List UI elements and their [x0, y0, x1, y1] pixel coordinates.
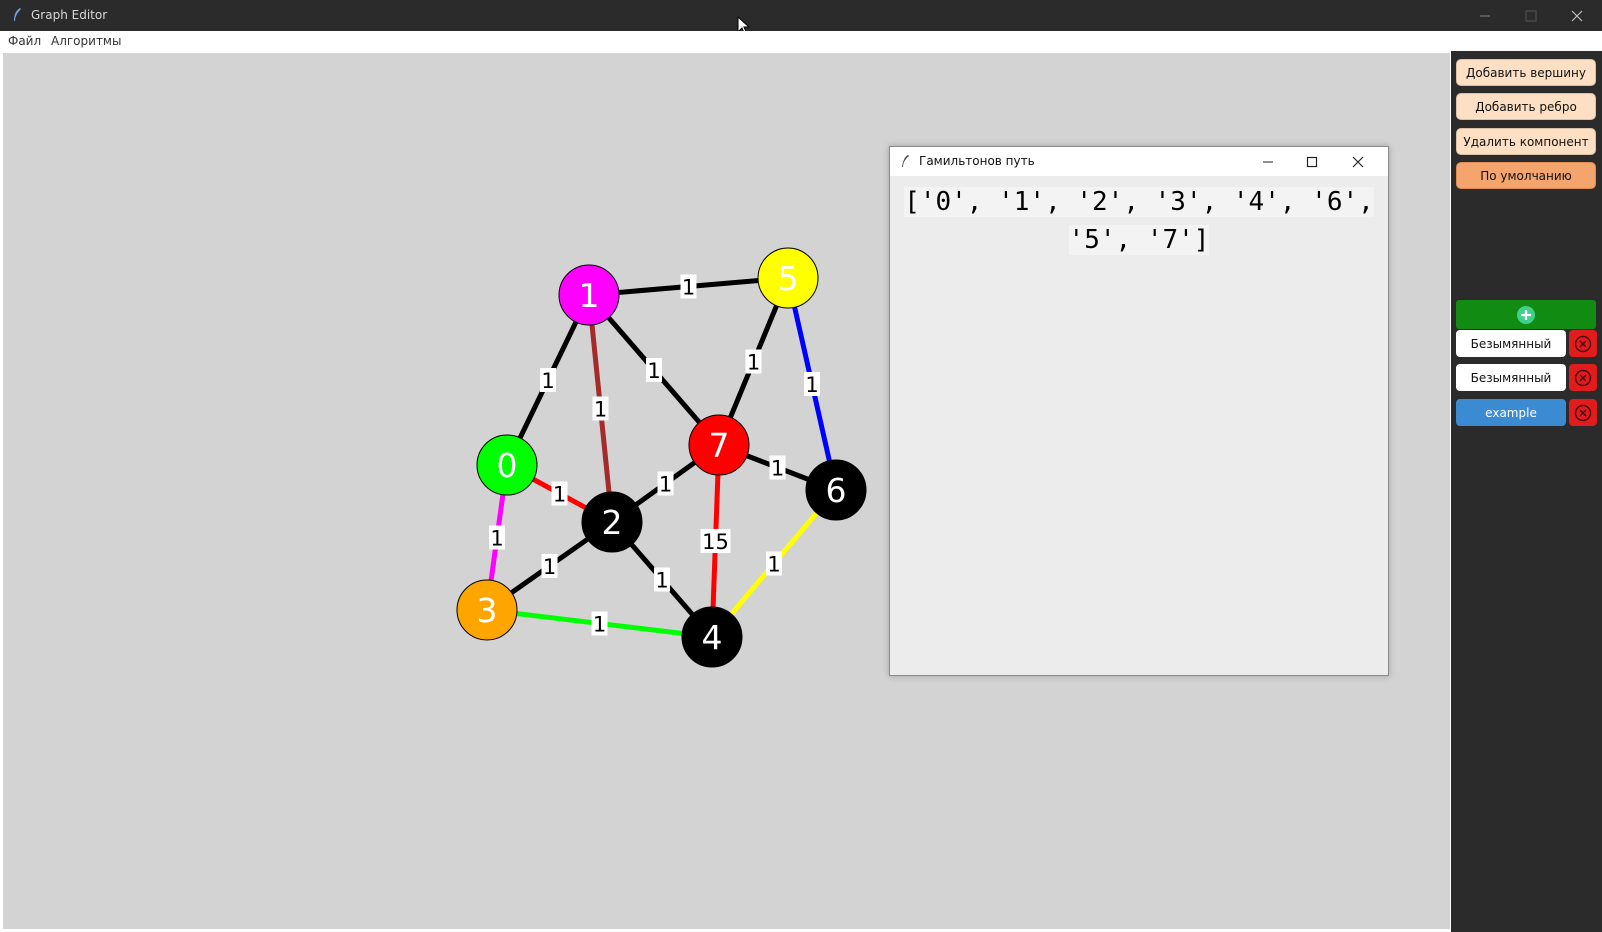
- edge-weight-label: 1: [771, 457, 784, 481]
- dialog-titlebar: Гамильтонов путь: [890, 147, 1388, 176]
- edge-weight-label: 1: [553, 483, 566, 507]
- vertex-label: 1: [579, 276, 600, 315]
- dialog-close-button[interactable]: [1336, 147, 1380, 176]
- add-edge-button[interactable]: Добавить ребро: [1456, 93, 1596, 120]
- delete-graph-button[interactable]: [1569, 364, 1597, 391]
- vertex-label: 0: [497, 446, 518, 485]
- maximize-button[interactable]: [1508, 0, 1554, 31]
- vertex-label: 2: [602, 503, 623, 542]
- vertex-label: 6: [826, 471, 847, 510]
- delete-graph-button[interactable]: [1569, 330, 1597, 357]
- menu-bar: Файл Алгоритмы: [0, 31, 1602, 51]
- side-panel: Добавить вершину Добавить ребро Удалить …: [1451, 51, 1602, 932]
- menu-algorithms[interactable]: Алгоритмы: [51, 34, 121, 48]
- close-window-button[interactable]: [1554, 0, 1600, 31]
- edge-weight-label: 1: [655, 569, 668, 593]
- vertex-label: 3: [477, 591, 498, 630]
- minimize-icon: [1263, 161, 1273, 162]
- minimize-button[interactable]: [1462, 0, 1508, 31]
- vertex-label: 4: [702, 618, 723, 657]
- hamiltonian-path-dialog: Гамильтонов путь ['0', '1', '2', '3', '4…: [889, 146, 1389, 676]
- graph-tab-active[interactable]: example: [1456, 399, 1566, 426]
- edge-weight-label: 1: [767, 553, 780, 577]
- graph-tab[interactable]: Безымянный: [1456, 364, 1566, 391]
- feather-icon: [14, 8, 21, 21]
- add-vertex-button[interactable]: Добавить вершину: [1456, 59, 1596, 86]
- graph-tab[interactable]: Безымянный: [1456, 330, 1566, 357]
- edge-weight-label: 1: [682, 276, 695, 300]
- close-icon: [1352, 156, 1364, 167]
- maximize-icon: [1525, 10, 1537, 21]
- dialog-title: Гамильтонов путь: [919, 154, 1035, 168]
- delete-component-button[interactable]: Удалить компонент: [1456, 128, 1596, 155]
- dialog-result-text: ['0', '1', '2', '3', '4', '6', '5', '7']: [898, 183, 1380, 259]
- edge-weight-label: 1: [594, 398, 607, 422]
- edge-weight-label: 1: [543, 555, 556, 579]
- default-button[interactable]: По умолчанию: [1456, 162, 1596, 189]
- nodes-layer: 0 1 2 3 4 5 6 7: [456, 247, 867, 668]
- edge-weight-label: 1: [747, 351, 760, 375]
- feather-icon: [902, 155, 909, 167]
- edge-weight-label: 1: [541, 369, 554, 393]
- edge-weight-label: 15: [702, 530, 729, 554]
- close-circle-icon: [1574, 369, 1592, 386]
- edge-weight-label: 1: [805, 373, 818, 397]
- edge-weight-label: 1: [593, 613, 606, 637]
- plus-circle-icon: [1517, 305, 1535, 324]
- close-circle-icon: [1574, 404, 1592, 421]
- delete-graph-button[interactable]: [1569, 399, 1597, 426]
- dialog-minimize-button[interactable]: [1246, 147, 1290, 176]
- edge-weight-label: 1: [490, 527, 503, 551]
- minimize-icon: [1480, 15, 1490, 16]
- dialog-maximize-button[interactable]: [1290, 147, 1334, 176]
- edge-weight-label: 1: [659, 473, 672, 497]
- maximize-icon: [1306, 156, 1318, 167]
- vertex-label: 7: [709, 426, 730, 465]
- add-graph-button[interactable]: [1456, 300, 1596, 329]
- edge-labels-layer: 1 1 1 1 1 1 1 1 1 1 15 1 1 1 1: [489, 274, 820, 637]
- edge-weight-label: 1: [647, 359, 660, 383]
- close-circle-icon: [1574, 335, 1592, 352]
- window-titlebar: Graph Editor: [0, 0, 1602, 36]
- vertex-label: 5: [778, 259, 799, 298]
- window-title: Graph Editor: [31, 8, 108, 22]
- close-icon: [1571, 10, 1583, 21]
- menu-file[interactable]: Файл: [8, 34, 41, 48]
- hamiltonian-path-result: ['0', '1', '2', '3', '4', '6', '5', '7']: [904, 187, 1374, 255]
